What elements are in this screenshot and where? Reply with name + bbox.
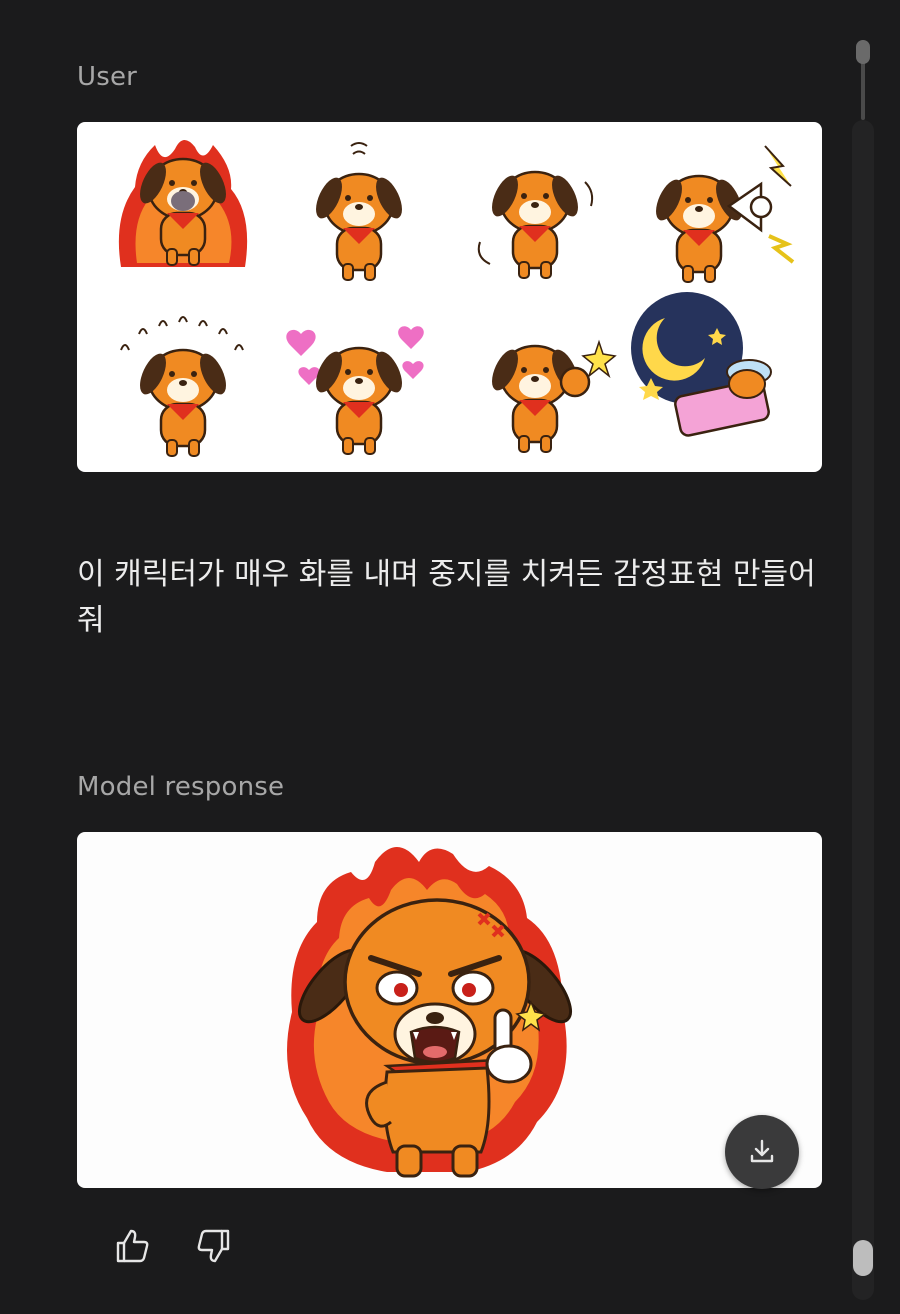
sticker-excited-dog — [477, 170, 594, 280]
sticker-punching-dog — [485, 339, 617, 454]
sticker-angry-dog-in-flames — [118, 139, 248, 267]
model-response-label: Model response — [77, 772, 285, 802]
thumbs-down-icon — [197, 1229, 230, 1263]
angry-dog-middle-finger-illustration — [287, 847, 572, 1178]
thumbs-up-icon — [116, 1229, 149, 1263]
thumbs-up-button[interactable] — [108, 1222, 156, 1270]
sticker-anxious-dog — [120, 316, 244, 458]
download-icon — [750, 1139, 774, 1163]
user-label: User — [77, 62, 138, 92]
user-prompt-text: 이 캐릭터가 매우 화를 내며 중지를 치켜든 감정표현 만들어 줘 — [77, 557, 816, 638]
sticker-grid — [118, 139, 795, 458]
scrollbar-thumb[interactable] — [853, 1240, 873, 1276]
scrollbar-top-handle[interactable] — [856, 40, 870, 64]
sticker-sleeping-dog — [631, 292, 772, 437]
scrollbar-rail[interactable] — [852, 120, 874, 1300]
sticker-sad-dog — [309, 142, 409, 282]
download-button[interactable] — [725, 1115, 799, 1189]
sticker-dog-with-hearts — [286, 326, 424, 456]
user-sticker-sheet-image[interactable] — [77, 122, 822, 472]
thumbs-down-button[interactable] — [190, 1222, 238, 1270]
sticker-shouting-megaphone-dog — [649, 145, 795, 284]
model-response-image[interactable] — [77, 832, 822, 1188]
